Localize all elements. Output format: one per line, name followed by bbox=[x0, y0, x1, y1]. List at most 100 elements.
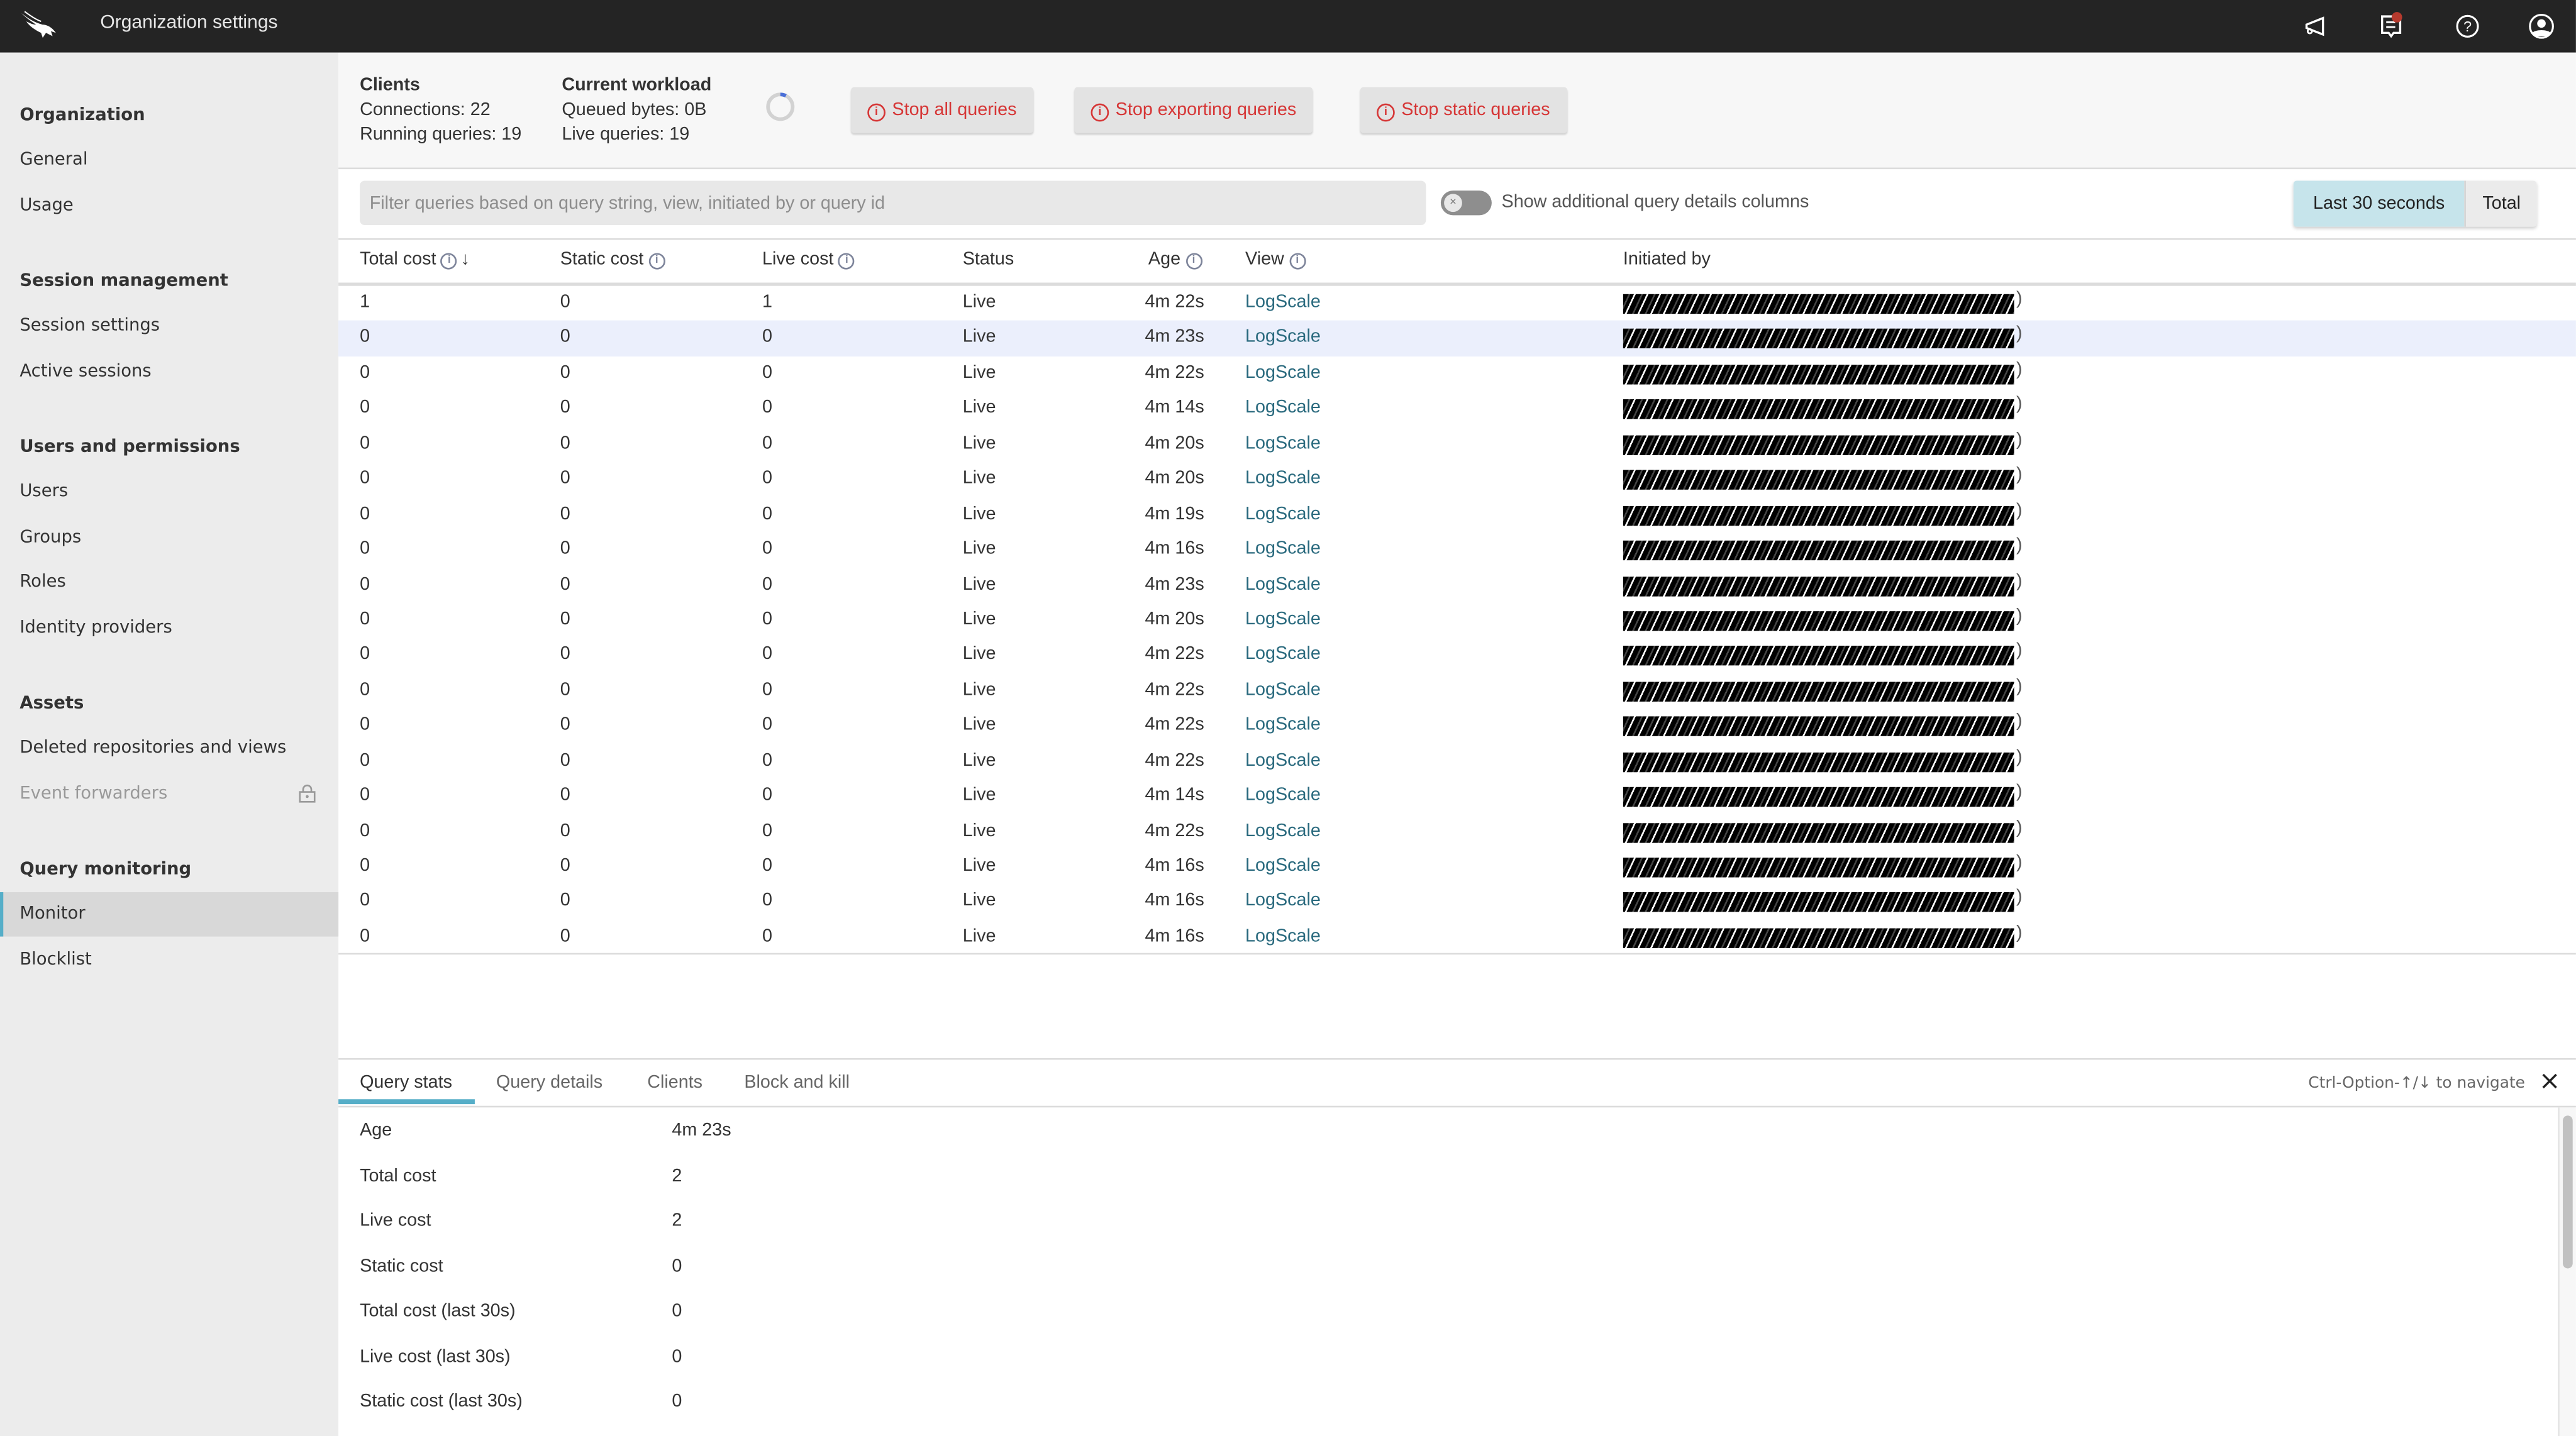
tab-query-stats[interactable]: Query stats bbox=[360, 1073, 452, 1092]
sidebar-item-monitor[interactable]: Monitor bbox=[0, 892, 339, 937]
cell-view-link[interactable]: LogScale bbox=[1245, 433, 1321, 453]
cell-total-cost: 0 bbox=[360, 328, 370, 348]
time-option-last-30-seconds[interactable]: Last 30 seconds bbox=[2293, 180, 2465, 227]
close-icon[interactable] bbox=[2540, 1071, 2559, 1091]
stat-value: 0 bbox=[672, 1346, 682, 1366]
sidebar-item-users[interactable]: Users bbox=[0, 470, 338, 514]
sidebar-item-identity-providers[interactable]: Identity providers bbox=[0, 605, 338, 650]
header-label: Status bbox=[962, 250, 1014, 270]
cell-static-cost: 0 bbox=[560, 891, 570, 911]
cell-view-link[interactable]: LogScale bbox=[1245, 856, 1321, 876]
sidebar-item-deleted-repositories[interactable]: Deleted repositories and views bbox=[0, 726, 338, 771]
stop-exporting-queries-button[interactable]: i Stop exporting queries bbox=[1074, 87, 1313, 133]
sidebar-item-roles[interactable]: Roles bbox=[0, 560, 338, 605]
info-icon[interactable]: i bbox=[1185, 253, 1202, 270]
info-icon[interactable]: i bbox=[838, 253, 855, 270]
sort-descending-icon: ↓ bbox=[460, 250, 470, 270]
table-row[interactable]: 0 0 0 Live 4m 16s LogScale bbox=[338, 849, 2576, 885]
info-icon[interactable]: i bbox=[441, 253, 458, 270]
falcon-logo-icon[interactable] bbox=[19, 10, 62, 43]
announcements-icon[interactable] bbox=[2302, 11, 2331, 41]
cell-live-cost: 0 bbox=[762, 926, 773, 946]
user-account-icon[interactable] bbox=[2527, 11, 2557, 41]
tab-query-details[interactable]: Query details bbox=[496, 1073, 602, 1092]
column-header-total-cost[interactable]: Total cost i ↓ bbox=[360, 250, 470, 270]
table-row[interactable]: 0 0 0 Live 4m 14s LogScale bbox=[338, 392, 2576, 427]
stop-static-queries-button[interactable]: i Stop static queries bbox=[1360, 87, 1567, 133]
column-header-view[interactable]: View i bbox=[1245, 250, 1306, 270]
table-row[interactable]: 0 0 0 Live 4m 19s LogScale bbox=[338, 497, 2576, 533]
help-icon[interactable]: ? bbox=[2453, 11, 2482, 41]
table-row[interactable]: 0 0 0 Live 4m 22s LogScale bbox=[338, 744, 2576, 779]
sidebar-item-groups[interactable]: Groups bbox=[0, 515, 338, 560]
toggle-off-icon: × bbox=[1444, 194, 1462, 213]
column-header-initiated-by[interactable]: Initiated by bbox=[1623, 250, 1711, 269]
scrollbar-thumb[interactable] bbox=[2563, 1115, 2573, 1269]
cell-live-cost: 0 bbox=[762, 398, 773, 418]
cell-age: 4m 22s bbox=[1145, 292, 1204, 312]
sidebar-item-active-sessions[interactable]: Active sessions bbox=[0, 349, 338, 394]
table-row[interactable]: 0 0 0 Live 4m 23s LogScale bbox=[338, 321, 2576, 356]
table-row[interactable]: 0 0 0 Live 4m 16s LogScale bbox=[338, 533, 2576, 568]
table-row[interactable]: 0 0 0 Live 4m 22s LogScale bbox=[338, 356, 2576, 392]
cell-view-link[interactable]: LogScale bbox=[1245, 927, 1321, 946]
table-row[interactable]: 0 0 0 Live 4m 20s LogScale bbox=[338, 462, 2576, 497]
sidebar-item-usage[interactable]: Usage bbox=[0, 183, 338, 228]
table-row[interactable]: 0 0 0 Live 4m 16s LogScale bbox=[338, 885, 2576, 920]
column-header-live-cost[interactable]: Live cost i bbox=[762, 250, 855, 270]
cell-view-link[interactable]: LogScale bbox=[1245, 363, 1321, 382]
table-row[interactable]: 0 0 0 Live 4m 20s LogScale bbox=[338, 427, 2576, 462]
sidebar-item-general[interactable]: General bbox=[0, 138, 338, 183]
cell-view-link[interactable]: LogScale bbox=[1245, 821, 1321, 841]
cell-view-link[interactable]: LogScale bbox=[1245, 539, 1321, 558]
sidebar-heading-query-monitoring: Query monitoring bbox=[19, 859, 192, 880]
cell-view-link[interactable]: LogScale bbox=[1245, 715, 1321, 734]
time-option-total[interactable]: Total bbox=[2464, 180, 2538, 227]
cell-view-link[interactable]: LogScale bbox=[1245, 785, 1321, 805]
sidebar-item-label: Session settings bbox=[19, 315, 160, 336]
cell-initiated-by-redacted bbox=[1623, 853, 2023, 878]
table-row[interactable]: 0 0 0 Live 4m 22s LogScale bbox=[338, 673, 2576, 709]
cell-initiated-by-redacted bbox=[1623, 395, 2023, 420]
cell-view-link[interactable]: LogScale bbox=[1245, 504, 1321, 523]
cell-view-link[interactable]: LogScale bbox=[1245, 892, 1321, 911]
table-row[interactable]: 0 0 0 Live 4m 23s LogScale bbox=[338, 568, 2576, 603]
tab-block-and-kill[interactable]: Block and kill bbox=[744, 1073, 850, 1092]
cell-view-link[interactable]: LogScale bbox=[1245, 398, 1321, 417]
additional-columns-toggle[interactable]: × bbox=[1440, 191, 1492, 216]
info-icon[interactable]: i bbox=[648, 253, 665, 270]
cell-view-link[interactable]: LogScale bbox=[1245, 292, 1321, 312]
column-header-age[interactable]: Age i bbox=[1148, 250, 1202, 270]
cell-age: 4m 16s bbox=[1145, 926, 1204, 946]
column-header-static-cost[interactable]: Static cost i bbox=[560, 250, 665, 270]
cell-view-link[interactable]: LogScale bbox=[1245, 644, 1321, 664]
cell-view-link[interactable]: LogScale bbox=[1245, 328, 1321, 347]
table-row[interactable]: 0 0 0 Live 4m 22s LogScale bbox=[338, 814, 2576, 849]
cell-view-link[interactable]: LogScale bbox=[1245, 468, 1321, 488]
info-icon[interactable]: i bbox=[1289, 253, 1306, 270]
query-filter-input[interactable] bbox=[360, 180, 1426, 226]
details-scrollbar[interactable] bbox=[2558, 1107, 2576, 1436]
sidebar-item-event-forwarders: Event forwarders bbox=[0, 771, 338, 816]
stop-all-queries-button[interactable]: i Stop all queries bbox=[851, 87, 1033, 133]
tab-clients[interactable]: Clients bbox=[647, 1073, 702, 1092]
table-row[interactable]: 0 0 0 Live 4m 22s LogScale bbox=[338, 638, 2576, 673]
stat-value: 0 bbox=[672, 1256, 682, 1276]
cell-view-link[interactable]: LogScale bbox=[1245, 574, 1321, 594]
header-label: Age bbox=[1148, 250, 1181, 270]
table-row[interactable]: 0 0 0 Live 4m 22s LogScale bbox=[338, 709, 2576, 744]
sidebar-item-label: Roles bbox=[19, 572, 66, 592]
cell-initiated-by-redacted bbox=[1623, 536, 2023, 561]
queries-table: Total cost i ↓ Static cost i Live cost i Sta… bbox=[338, 238, 2576, 955]
cell-view-link[interactable]: LogScale bbox=[1245, 609, 1321, 629]
table-row[interactable]: 0 0 0 Live 4m 20s LogScale bbox=[338, 603, 2576, 638]
sidebar-item-session-settings[interactable]: Session settings bbox=[0, 304, 338, 348]
column-header-status[interactable]: Status bbox=[963, 250, 1014, 269]
table-row[interactable]: 0 0 0 Live 4m 16s LogScale bbox=[338, 920, 2576, 955]
table-row[interactable]: 0 0 0 Live 4m 14s LogScale bbox=[338, 779, 2576, 814]
notifications-icon[interactable] bbox=[2377, 11, 2407, 41]
cell-view-link[interactable]: LogScale bbox=[1245, 750, 1321, 770]
table-row[interactable]: 1 0 1 Live 4m 22s LogScale bbox=[338, 286, 2576, 321]
cell-view-link[interactable]: LogScale bbox=[1245, 680, 1321, 699]
sidebar-item-blocklist[interactable]: Blocklist bbox=[0, 937, 338, 982]
